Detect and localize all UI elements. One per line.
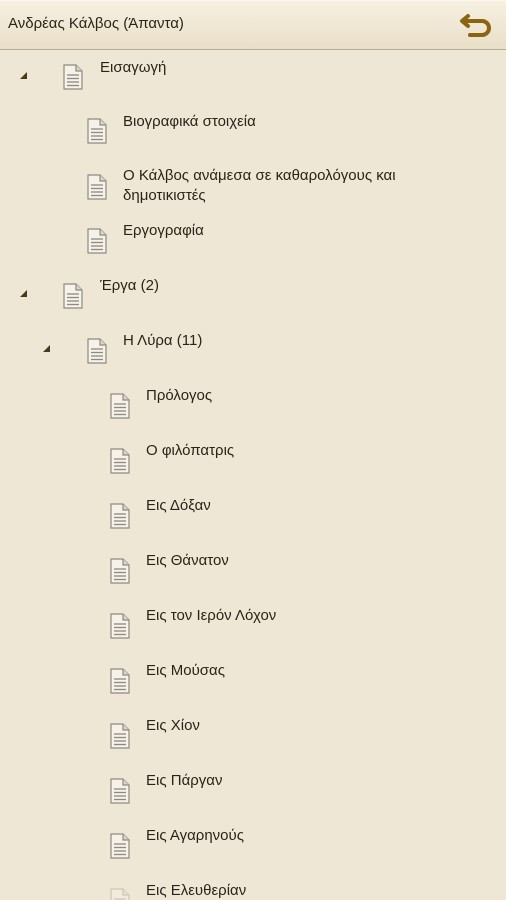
expanded-triangle-icon[interactable] [20,72,27,79]
tree-node-label: Πρόλογος [146,387,213,404]
tree-node-label: Εις Πάργαν [146,772,223,789]
tree-node-works[interactable]: Έργα (2) [0,276,506,316]
tree-node-label: Εις Μούσας [146,662,225,679]
tree-node-label: Εισαγωγή [100,59,167,76]
expanded-triangle-icon[interactable] [43,345,50,352]
document-icon [62,64,84,90]
document-icon [109,723,131,749]
document-icon [86,228,108,254]
tree-node-lyra[interactable]: Η Λύρα (11) [0,331,506,371]
tree-node-label: Εις Χίον [146,717,200,734]
tree-leaf-bibliography[interactable]: Εργογραφία [0,221,506,261]
tree-node-introduction[interactable]: Εισαγωγή [0,58,506,98]
tree-leaf-prologue[interactable]: Πρόλογος [0,386,506,426]
tree-node-label: Εις τον Ιερόν Λόχον [146,607,277,624]
document-icon [109,393,131,419]
tree-node-label: Εργογραφία [123,222,204,239]
document-icon [86,118,108,144]
tree-node-label: Ο Κάλβος ανάμεσα σε καθαρολόγους και δημ… [123,167,396,204]
tree-leaf-kalvos-purists-demoticists[interactable]: Ο Κάλβος ανάμεσα σε καθαρολόγους και δημ… [0,166,506,210]
expanded-triangle-icon[interactable] [20,290,27,297]
tree-node-label: Έργα (2) [100,277,159,294]
tree-node-label: Εις Αγαρηνούς [146,827,244,844]
tree-leaf-eis-doxan[interactable]: Εις Δόξαν [0,496,506,536]
tree-leaf-eis-thanaton[interactable]: Εις Θάνατον [0,551,506,591]
tree-node-label: Ο φιλόπατρις [146,442,235,459]
tree-leaf-filopatris[interactable]: Ο φιλόπατρις [0,441,506,481]
tree-leaf-eis-mousas[interactable]: Εις Μούσας [0,661,506,701]
tree-node-label: Εις Ελευθερίαν [146,882,247,899]
document-icon [109,558,131,584]
tree-node-label: Εις Δόξαν [146,497,211,514]
tree-leaf-eis-chion[interactable]: Εις Χίον [0,716,506,756]
document-icon [86,174,108,200]
tree-node-label: Βιογραφικά στοιχεία [123,113,256,130]
document-icon [62,283,84,309]
document-icon [109,448,131,474]
undo-arrow-icon [460,14,491,37]
document-icon [109,778,131,804]
document-icon [109,613,131,639]
tree-leaf-biography[interactable]: Βιογραφικά στοιχεία [0,112,506,152]
tree-node-label: Η Λύρα (11) [123,332,203,349]
table-of-contents-tree: Εισαγωγή Βιογραφικά στοιχεία Ο Κάλβος αν… [0,50,506,900]
tree-leaf-eis-pargan[interactable]: Εις Πάργαν [0,771,506,811]
document-icon [109,833,131,859]
document-icon [109,888,131,900]
document-icon [86,338,108,364]
tree-leaf-eis-agarinous[interactable]: Εις Αγαρηνούς [0,826,506,866]
document-icon [109,668,131,694]
page-title: Ανδρέας Κάλβος (Άπαντα) [8,15,184,32]
back-button[interactable] [456,6,496,42]
document-icon [109,503,131,529]
tree-leaf-ieros-lochos[interactable]: Εις τον Ιερόν Λόχον [0,606,506,646]
tree-leaf-eis-eleftherian[interactable]: Εις Ελευθερίαν [0,881,506,900]
tree-node-label: Εις Θάνατον [146,552,229,569]
app-header: Ανδρέας Κάλβος (Άπαντα) [0,0,506,50]
